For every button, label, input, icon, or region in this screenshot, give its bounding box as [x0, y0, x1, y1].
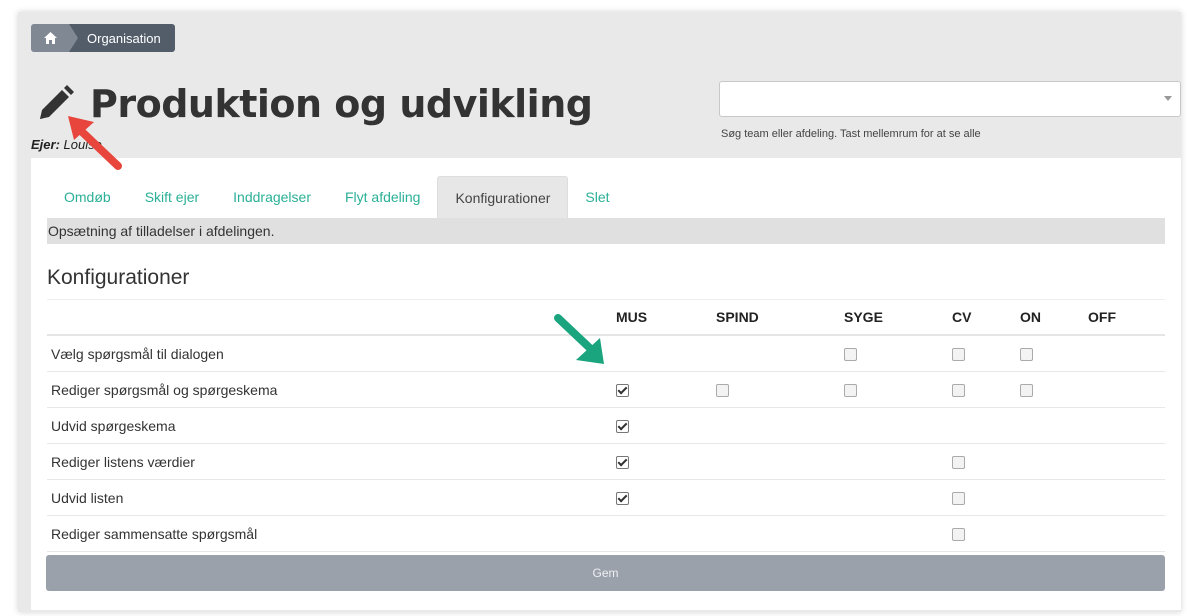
table-cell-off	[1087, 407, 1165, 444]
breadcrumb: Organisation	[31, 24, 175, 52]
table-cell-on	[1019, 407, 1087, 444]
checkbox-syge[interactable]	[844, 348, 857, 362]
table-cell-off	[1087, 515, 1165, 552]
table-cell-spind	[715, 479, 843, 516]
table-cell-on	[1019, 335, 1087, 372]
table-cell-syge	[843, 515, 951, 552]
tab-flyt-afdeling[interactable]: Flyt afdeling	[328, 176, 437, 218]
checkbox-mus[interactable]	[616, 492, 629, 506]
column-header-off: OFF	[1087, 299, 1165, 336]
page-title: Produktion og udvikling	[90, 82, 593, 126]
checkbox-mus[interactable]	[616, 384, 629, 398]
team-search-select[interactable]	[719, 81, 1181, 117]
table-cell-on	[1019, 443, 1087, 480]
column-header-mus: MUS	[615, 299, 715, 336]
tab-slet[interactable]: Slet	[568, 176, 626, 218]
tab-bar: Omdøb Skift ejer Inddragelser Flyt afdel…	[47, 176, 627, 219]
table-cell-mus	[615, 371, 715, 408]
column-header-syge: SYGE	[843, 299, 951, 336]
column-header-spind: SPIND	[715, 299, 843, 336]
table-cell-syge	[843, 335, 951, 372]
table-cell-on	[1019, 515, 1087, 552]
table-cell-off	[1087, 479, 1165, 516]
row-label: Udvid spørgeskema	[47, 407, 615, 444]
checkbox-cv[interactable]	[952, 492, 965, 506]
tab-inddragelser[interactable]: Inddragelser	[216, 176, 328, 218]
save-button[interactable]: Gem	[46, 555, 1165, 591]
page: Organisation Produktion og udvikling Eje…	[0, 0, 1189, 616]
tab-description-text: Opsætning af tilladelser i afdelingen.	[48, 223, 275, 239]
checkbox-cv[interactable]	[952, 456, 965, 470]
table-cell-cv	[951, 335, 1019, 372]
table-cell-cv	[951, 515, 1019, 552]
column-header-on: ON	[1019, 299, 1087, 336]
table-cell-mus	[615, 515, 715, 552]
table-cell-mus	[615, 443, 715, 480]
tab-omdob[interactable]: Omdøb	[47, 176, 128, 218]
table-row: Udvid spørgeskema	[47, 407, 1165, 444]
table-cell-spind	[715, 515, 843, 552]
main-content: Omdøb Skift ejer Inddragelser Flyt afdel…	[31, 158, 1181, 610]
row-label: Rediger listens værdier	[47, 443, 615, 480]
home-icon	[43, 32, 57, 44]
table-cell-spind	[715, 371, 843, 408]
tab-skift-ejer[interactable]: Skift ejer	[128, 176, 216, 218]
table-cell-syge	[843, 479, 951, 516]
owner-label: Ejer:	[31, 137, 60, 152]
table-row: Rediger spørgsmål og spørgeskema	[47, 371, 1165, 408]
section-title: Konfigurationer	[47, 266, 190, 289]
table-cell-mus	[615, 407, 715, 444]
table-cell-mus	[615, 479, 715, 516]
checkbox-on[interactable]	[1020, 384, 1033, 398]
column-header-label	[47, 299, 615, 336]
checkbox-cv[interactable]	[952, 348, 965, 362]
breadcrumb-organisation[interactable]: Organisation	[69, 24, 175, 52]
checkbox-mus[interactable]	[616, 420, 629, 434]
checkbox-cv[interactable]	[952, 384, 965, 398]
table-cell-on	[1019, 371, 1087, 408]
table-row: Rediger listens værdier	[47, 443, 1165, 480]
table-cell-cv	[951, 443, 1019, 480]
table-cell-spind	[715, 335, 843, 372]
breadcrumb-home[interactable]	[31, 24, 69, 52]
table-cell-on	[1019, 479, 1087, 516]
table-cell-off	[1087, 443, 1165, 480]
row-label: Rediger spørgsmål og spørgeskema	[47, 371, 615, 408]
checkbox-syge[interactable]	[844, 384, 857, 398]
tab-description: Opsætning af tilladelser i afdelingen.	[47, 218, 1165, 244]
annotation-arrow-green	[554, 314, 604, 364]
table-cell-mus	[615, 335, 715, 372]
table-cell-syge	[843, 407, 951, 444]
row-label: Udvid listen	[47, 479, 615, 516]
breadcrumb-separator	[69, 24, 78, 52]
table-row: Rediger sammensatte spørgsmål	[47, 515, 1165, 552]
row-label: Vælg spørgsmål til dialogen	[47, 335, 615, 372]
tab-konfigurationer[interactable]: Konfigurationer	[437, 176, 569, 219]
table-cell-cv	[951, 407, 1019, 444]
chevron-down-icon[interactable]	[1164, 96, 1172, 101]
checkbox-spind[interactable]	[716, 384, 729, 398]
checkbox-on[interactable]	[1020, 348, 1033, 362]
table-cell-syge	[843, 443, 951, 480]
table-row: Udvid listen	[47, 479, 1165, 516]
table-cell-off	[1087, 335, 1165, 372]
table-cell-syge	[843, 371, 951, 408]
search-help-text: Søg team eller afdeling. Tast mellemrum …	[721, 128, 981, 140]
table-cell-spind	[715, 407, 843, 444]
annotation-arrow-red	[68, 116, 122, 170]
column-header-cv: CV	[951, 299, 1019, 336]
table-cell-off	[1087, 371, 1165, 408]
row-label: Rediger sammensatte spørgsmål	[47, 515, 615, 552]
checkbox-cv[interactable]	[952, 528, 965, 542]
table-cell-spind	[715, 443, 843, 480]
table-cell-cv	[951, 371, 1019, 408]
checkbox-mus[interactable]	[616, 456, 629, 470]
table-cell-cv	[951, 479, 1019, 516]
